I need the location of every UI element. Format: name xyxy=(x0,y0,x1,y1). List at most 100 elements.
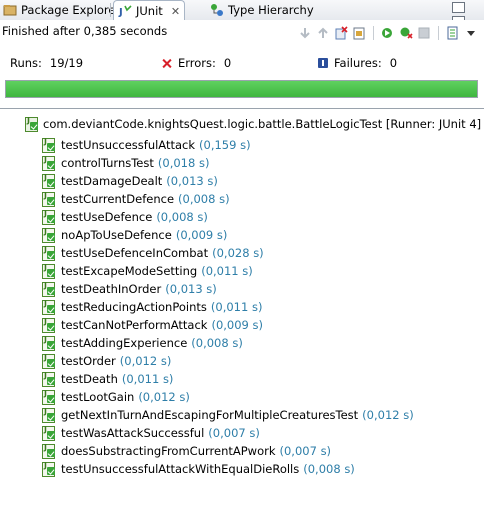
test-case-row[interactable]: noApToUseDefence(0,009 s) xyxy=(41,226,227,243)
runs-value: 19/19 xyxy=(49,56,84,70)
tab-label: JUnit xyxy=(136,4,163,18)
test-passed-icon xyxy=(41,425,56,441)
junit-icon: J xyxy=(118,4,132,18)
test-suite-passed-icon xyxy=(24,116,39,132)
test-passed-icon xyxy=(41,461,56,477)
svg-text:J: J xyxy=(118,7,123,18)
test-case-row[interactable]: testExcapeModeSetting(0,011 s) xyxy=(41,262,253,279)
runs-label: Runs: xyxy=(10,56,42,70)
test-duration: (0,159 s) xyxy=(199,137,251,152)
test-case-row[interactable]: testDeathInOrder(0,013 s) xyxy=(41,280,217,297)
test-passed-icon xyxy=(41,137,56,153)
test-duration: (0,009 s) xyxy=(211,317,263,332)
test-name: testWasAttackSuccessful xyxy=(61,425,205,440)
scroll-lock-icon[interactable] xyxy=(352,26,366,40)
test-passed-icon xyxy=(41,263,56,279)
test-case-row[interactable]: testLootGain(0,012 s) xyxy=(41,388,190,405)
test-progress-bar xyxy=(5,80,478,98)
tab-package-explorer[interactable]: Package Explorer xyxy=(3,0,120,20)
rerun-failed-first-icon[interactable] xyxy=(399,26,413,40)
test-duration: (0,008 s) xyxy=(303,461,355,476)
test-passed-icon xyxy=(41,245,56,261)
test-case-row[interactable]: testWasAttackSuccessful(0,007 s) xyxy=(41,424,260,441)
progress-fill xyxy=(6,81,477,97)
error-icon xyxy=(163,59,172,68)
run-status-text: Finished after 0,385 seconds xyxy=(2,24,168,38)
errors-label: Errors: xyxy=(178,56,216,70)
test-passed-icon xyxy=(41,173,56,189)
test-counters: Runs: 19/19 Errors: 0 Failures: 0 xyxy=(0,56,484,74)
test-name: controlTurnsTest xyxy=(61,155,154,170)
rerun-icon[interactable] xyxy=(381,26,395,40)
test-passed-icon xyxy=(41,209,56,225)
test-passed-icon xyxy=(41,281,56,297)
test-duration: (0,012 s) xyxy=(119,353,172,368)
test-duration: (0,018 s) xyxy=(157,155,210,170)
test-case-row[interactable]: testCurrentDefence(0,008 s) xyxy=(41,190,230,207)
test-passed-icon xyxy=(41,227,56,243)
runs-counter: Runs: 19/19 xyxy=(10,56,83,70)
test-duration: (0,013 s) xyxy=(166,173,218,188)
tab-junit[interactable]: J JUnit ✕ xyxy=(113,0,186,21)
test-duration: (0,008 s) xyxy=(178,191,230,206)
previous-failure-icon[interactable] xyxy=(316,26,330,40)
test-name: testUnsuccessfulAttack xyxy=(61,137,196,152)
test-case-row[interactable]: testUnsuccessfulAttack(0,159 s) xyxy=(41,136,251,153)
close-icon[interactable]: ✕ xyxy=(171,5,180,18)
test-duration: (0,011 s) xyxy=(201,263,253,278)
test-run-history-icon[interactable] xyxy=(446,26,460,40)
test-name: testCanNotPerformAttack xyxy=(61,317,208,332)
minimize-button[interactable] xyxy=(452,2,465,13)
suite-node[interactable]: com.deviantCode.knightsQuest.logic.battl… xyxy=(0,115,484,132)
test-results-tree[interactable]: com.deviantCode.knightsQuest.logic.battl… xyxy=(0,108,484,513)
stop-icon[interactable] xyxy=(417,26,431,40)
test-duration: (0,009 s) xyxy=(175,227,228,242)
test-passed-icon xyxy=(41,191,56,207)
test-case-row[interactable]: testDamageDealt(0,013 s) xyxy=(41,172,218,189)
test-passed-icon xyxy=(41,353,56,369)
failures-label: Failures: xyxy=(334,56,382,70)
test-case-row[interactable]: doesSubstractingFromCurrentAPwork(0,007 … xyxy=(41,442,331,459)
test-duration: (0,008 s) xyxy=(191,335,243,350)
failures-counter: Failures: 0 xyxy=(318,56,397,70)
test-duration: (0,012 s) xyxy=(362,407,414,422)
test-case-row[interactable]: controlTurnsTest(0,018 s) xyxy=(41,154,209,171)
test-case-row[interactable]: testUseDefenceInCombat(0,028 s) xyxy=(41,244,264,261)
test-name: testAddingExperience xyxy=(61,335,188,350)
test-passed-icon xyxy=(41,317,56,333)
test-name: getNextInTurnAndEscapingForMultipleCreat… xyxy=(61,407,359,422)
test-case-row[interactable]: testUseDefence(0,008 s) xyxy=(41,208,208,225)
failure-icon xyxy=(318,58,328,68)
package-explorer-icon xyxy=(3,3,17,17)
test-name: testCurrentDefence xyxy=(61,191,175,206)
test-case-row[interactable]: getNextInTurnAndEscapingForMultipleCreat… xyxy=(41,406,414,423)
view-controls xyxy=(450,2,478,27)
test-name: testDeathInOrder xyxy=(61,281,162,296)
show-failures-only-icon[interactable] xyxy=(334,26,348,40)
test-passed-icon xyxy=(41,155,56,171)
test-case-row[interactable]: testAddingExperience(0,008 s) xyxy=(41,334,243,351)
test-case-row[interactable]: testOrder(0,012 s) xyxy=(41,352,171,369)
test-name: noApToUseDefence xyxy=(61,227,172,242)
test-case-row[interactable]: testUnsuccessfulAttackWithEqualDieRolls(… xyxy=(41,460,355,477)
test-duration: (0,013 s) xyxy=(165,281,217,296)
test-name: testDamageDealt xyxy=(61,173,163,188)
test-case-row[interactable]: testCanNotPerformAttack(0,009 s) xyxy=(41,316,263,333)
suite-label: com.deviantCode.knightsQuest.logic.battl… xyxy=(43,116,484,131)
next-failure-icon[interactable] xyxy=(298,26,312,40)
view-tab-bar: Package Explorer J JUnit ✕ Type Hierarch… xyxy=(0,0,484,27)
view-menu-icon[interactable] xyxy=(464,26,478,40)
test-duration: (0,012 s) xyxy=(138,389,190,404)
tab-label: Package Explorer xyxy=(21,3,121,17)
tab-label: Type Hierarchy xyxy=(228,3,314,17)
test-case-row[interactable]: testDeath(0,011 s) xyxy=(41,370,173,387)
test-name: doesSubstractingFromCurrentAPwork xyxy=(61,443,276,458)
tab-type-hierarchy[interactable]: Type Hierarchy xyxy=(210,0,314,20)
test-name: testDeath xyxy=(61,371,118,386)
test-name: testExcapeModeSetting xyxy=(61,263,198,278)
test-duration: (0,011 s) xyxy=(121,371,174,386)
errors-counter: Errors: 0 xyxy=(163,56,231,70)
test-duration: (0,028 s) xyxy=(212,245,264,260)
test-passed-icon xyxy=(41,389,56,405)
test-case-row[interactable]: testReducingActionPoints(0,011 s) xyxy=(41,298,262,315)
